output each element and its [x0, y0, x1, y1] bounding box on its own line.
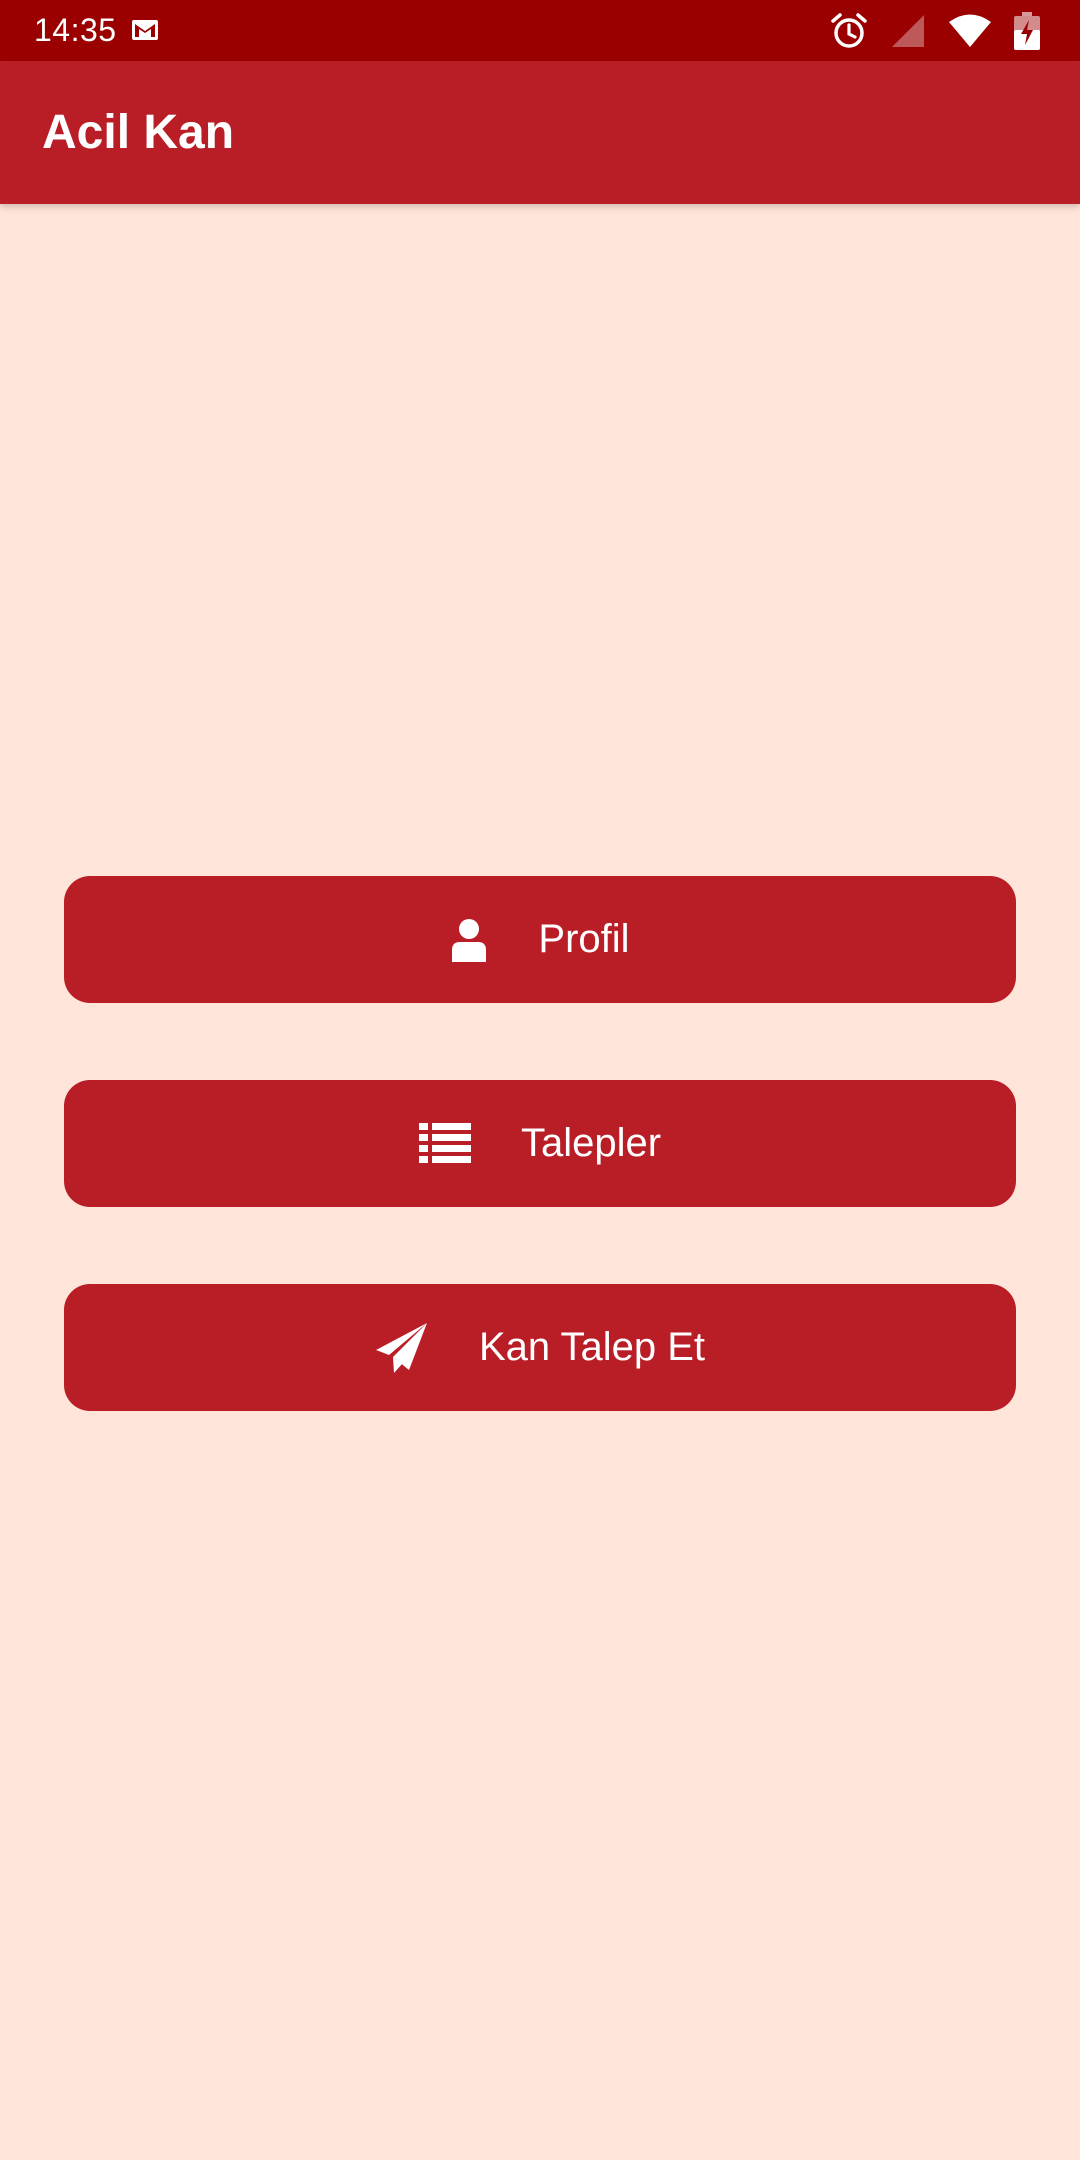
- status-icons: [830, 10, 1040, 52]
- list-icon: [418, 1122, 471, 1165]
- user-icon: [450, 918, 488, 962]
- gmail-icon: [131, 18, 159, 42]
- cellular-signal-icon: [890, 13, 926, 49]
- battery-charging-icon: [1014, 12, 1040, 50]
- talepler-button[interactable]: Talepler: [64, 1080, 1016, 1207]
- talepler-button-label: Talepler: [520, 1121, 662, 1165]
- status-time: 14:35: [34, 12, 117, 48]
- alarm-icon: [830, 12, 868, 50]
- kan-talep-et-button-label: Kan Talep Et: [478, 1325, 706, 1369]
- app-title: Acil Kan: [42, 106, 235, 159]
- paper-plane-icon: [375, 1322, 429, 1374]
- profil-button-label: Profil: [538, 917, 630, 961]
- kan-talep-et-button[interactable]: Kan Talep Et: [64, 1284, 1016, 1411]
- profil-button[interactable]: Profil: [64, 876, 1016, 1003]
- wifi-icon: [948, 13, 992, 49]
- app-bar: Acil Kan: [0, 61, 1080, 204]
- status-bar: 14:35: [0, 0, 1080, 61]
